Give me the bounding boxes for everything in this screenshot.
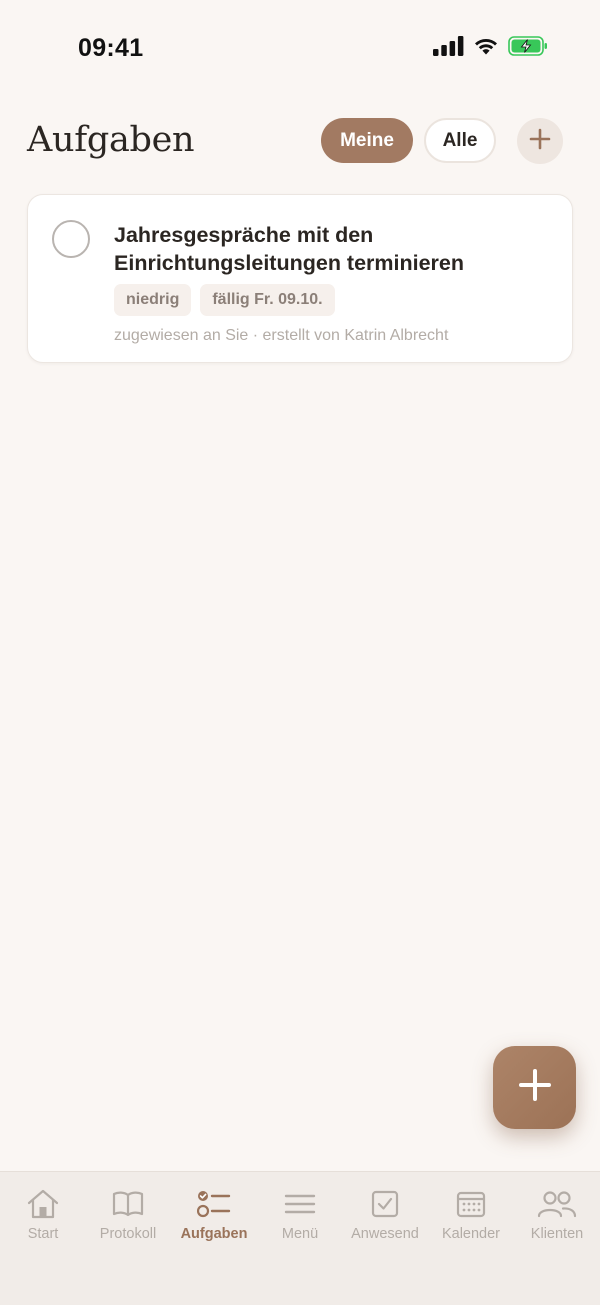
new-task-fab[interactable]: [493, 1046, 576, 1129]
battery-charging-icon: [508, 36, 548, 56]
tab-bar: Start Protokoll Aufgaben Menü Anwesend K…: [0, 1171, 600, 1305]
tab-klienten[interactable]: Klienten: [514, 1188, 600, 1248]
menu-icon: [284, 1188, 316, 1220]
home-icon: [26, 1188, 60, 1220]
tab-label: Menü: [281, 1226, 319, 1242]
tab-menu[interactable]: Menü: [257, 1188, 343, 1248]
task-complete-checkbox[interactable]: [52, 220, 90, 258]
tab-label: Klienten: [530, 1226, 584, 1242]
status-icons: [433, 36, 548, 56]
tab-label: Protokoll: [99, 1226, 157, 1242]
cellular-signal-icon: [433, 36, 464, 56]
tab-label: Start: [27, 1226, 59, 1242]
calendar-icon: [456, 1188, 486, 1220]
plus-icon: [518, 1068, 552, 1107]
task-tags: niedrig fällig Fr. 09.10.: [114, 284, 335, 316]
task-list-icon: [197, 1188, 231, 1220]
filter-alle-button[interactable]: Alle: [424, 118, 496, 163]
page-header: Aufgaben Meine Alle: [0, 116, 600, 166]
priority-tag: niedrig: [114, 284, 192, 316]
tab-protokoll[interactable]: Protokoll: [85, 1188, 171, 1248]
status-bar: 09:41: [0, 0, 600, 96]
checkbox-icon: [371, 1188, 399, 1220]
book-icon: [111, 1188, 145, 1220]
tab-start[interactable]: Start: [0, 1188, 86, 1248]
task-meta: zugewiesen an Sie · erstellt von Katrin …: [114, 327, 449, 344]
plus-icon: [529, 128, 551, 155]
people-icon: [537, 1188, 577, 1220]
task-card[interactable]: Jahresgespräche mit den Einrichtungsleit…: [27, 194, 573, 363]
tab-aufgaben[interactable]: Aufgaben: [171, 1188, 257, 1248]
page-title: Aufgaben: [27, 120, 195, 160]
task-title: Jahresgespräche mit den Einrichtungsleit…: [114, 223, 465, 275]
tab-label: Kalender: [441, 1226, 501, 1242]
filter-meine-button[interactable]: Meine: [321, 118, 413, 163]
tab-label: Aufgaben: [180, 1226, 248, 1242]
add-task-button[interactable]: [517, 118, 563, 164]
tab-kalender[interactable]: Kalender: [428, 1188, 514, 1248]
status-time: 09:41: [78, 34, 144, 62]
tab-label: Anwesend: [351, 1226, 419, 1242]
tab-anwesend[interactable]: Anwesend: [342, 1188, 428, 1248]
due-date-tag: fällig Fr. 09.10.: [200, 284, 335, 316]
wifi-icon: [473, 36, 499, 56]
